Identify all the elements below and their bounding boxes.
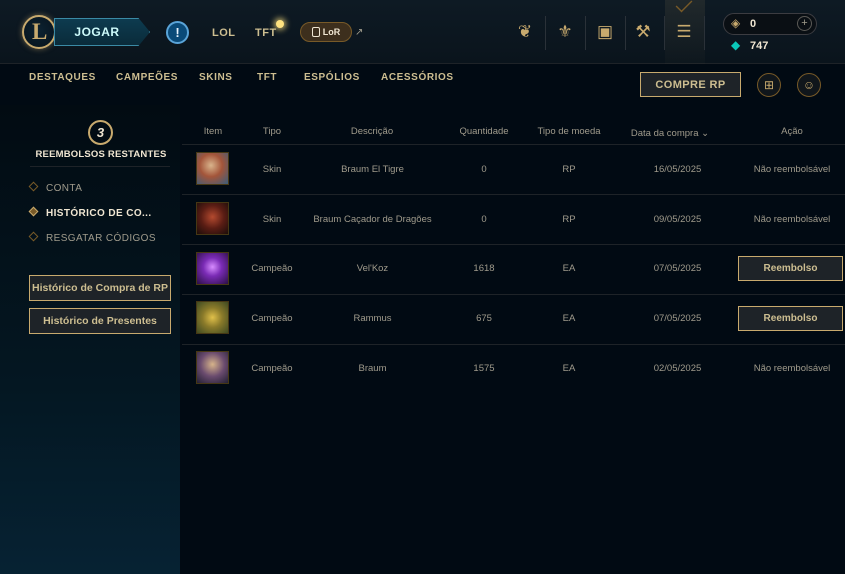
gift-history-button[interactable]: Histórico de Presentes — [29, 308, 171, 334]
row-moeda: EA — [562, 363, 576, 374]
row-descricao: Braum — [358, 363, 387, 374]
header-moeda: Tipo de moeda — [537, 126, 601, 137]
row-moeda: RP — [562, 214, 576, 225]
purchase-history-table — [182, 120, 845, 574]
header-item: Item — [203, 126, 223, 137]
row-acao: Não reembolsável — [753, 164, 831, 175]
sidebar-item-label: CONTA — [46, 183, 83, 194]
tab-campeoes[interactable]: CAMPEÕES — [116, 72, 178, 83]
row-descricao: Vel'Koz — [356, 263, 389, 274]
row-acao: Não reembolsável — [753, 363, 831, 374]
item-thumbnail — [196, 301, 229, 334]
header-quantidade: Quantidade — [459, 126, 509, 137]
row-tipo: Skin — [262, 214, 282, 225]
row-data: 09/05/2025 — [653, 214, 702, 225]
row-divider — [182, 194, 845, 195]
sidebar-item-label: HISTÓRICO DE CO... — [46, 208, 152, 219]
diamond-icon — [28, 206, 39, 217]
divider — [625, 16, 626, 50]
row-tipo: Skin — [262, 164, 282, 175]
row-tipo: Campeão — [251, 363, 293, 374]
rp-purchase-history-button[interactable]: Histórico de Compra de RP — [29, 275, 171, 301]
row-data: 07/05/2025 — [653, 313, 702, 324]
header-acao: Ação — [781, 126, 803, 137]
row-moeda: EA — [562, 263, 576, 274]
row-quantidade: 1618 — [473, 263, 495, 274]
diamond-icon — [28, 181, 39, 192]
sidebar-item-label: RESGATAR CÓDIGOS — [46, 233, 156, 244]
blue-essence-icon: ◆ — [731, 38, 741, 52]
tab-acessorios[interactable]: ACESSÓRIOS — [381, 72, 454, 83]
row-divider — [182, 244, 845, 245]
row-moeda: RP — [562, 164, 576, 175]
sidebar-item-historico[interactable]: HISTÓRICO DE CO... — [28, 206, 152, 219]
rp-icon: ◈ — [731, 16, 741, 30]
divider — [30, 166, 170, 167]
lor-button[interactable]: LoR — [300, 22, 352, 42]
refund-button[interactable]: Reembolso — [738, 256, 843, 281]
row-divider — [182, 344, 845, 345]
item-thumbnail — [196, 202, 229, 235]
nav-lol[interactable]: LOL — [212, 27, 236, 39]
divider — [545, 16, 546, 50]
sidebar-item-resgatar[interactable]: RESGATAR CÓDIGOS — [28, 231, 156, 244]
lor-label: LoR — [322, 27, 341, 37]
item-thumbnail — [196, 252, 229, 285]
row-data: 02/05/2025 — [653, 363, 702, 374]
sidebar-item-conta[interactable]: CONTA — [28, 181, 83, 194]
row-tipo: Campeão — [251, 263, 293, 274]
row-descricao: Braum El Tigre — [341, 164, 404, 175]
row-quantidade: 675 — [476, 313, 492, 324]
tab-destaques[interactable]: DESTAQUES — [29, 72, 96, 83]
nav-tft[interactable]: TFT — [255, 27, 277, 39]
lor-badge-icon — [311, 27, 320, 37]
header-data-sort[interactable]: Data da compra ⌄ — [628, 128, 712, 139]
blue-essence-amount: 747 — [750, 40, 769, 52]
clash-icon[interactable]: ⚜ — [551, 18, 579, 46]
item-thumbnail — [196, 351, 229, 384]
buy-rp-button[interactable]: COMPRE RP — [640, 72, 741, 97]
tab-espolios[interactable]: ESPÓLIOS — [304, 72, 360, 83]
row-tipo: Campeão — [251, 313, 293, 324]
refund-count-badge: 3 — [88, 120, 113, 145]
header-descricao: Descrição — [350, 126, 394, 137]
row-quantidade: 0 — [481, 164, 487, 175]
sidebar — [0, 105, 180, 574]
divider — [585, 16, 586, 50]
notification-dot — [276, 20, 284, 28]
row-moeda: EA — [562, 313, 576, 324]
add-rp-icon[interactable]: + — [797, 16, 812, 31]
refund-label: REEMBOLSOS RESTANTES — [35, 149, 167, 160]
header-tipo: Tipo — [262, 126, 282, 137]
league-logo[interactable]: L — [22, 15, 56, 49]
refund-button[interactable]: Reembolso — [738, 306, 843, 331]
rp-amount: 0 — [750, 18, 757, 30]
item-thumbnail — [196, 152, 229, 185]
alert-icon[interactable]: ! — [166, 21, 189, 44]
row-data: 16/05/2025 — [653, 164, 702, 175]
tab-tft[interactable]: TFT — [257, 72, 277, 83]
row-quantidade: 1575 — [473, 363, 495, 374]
divider — [704, 16, 705, 50]
row-data: 07/05/2025 — [653, 263, 702, 274]
row-descricao: Braum Caçador de Dragões — [313, 214, 432, 225]
play-button[interactable]: JOGAR — [54, 18, 150, 46]
external-link-icon: ↗ — [355, 27, 364, 38]
diamond-icon — [28, 231, 39, 242]
row-divider — [182, 294, 845, 295]
store-coins-icon[interactable]: ☰ — [670, 18, 698, 46]
loot-chest-icon[interactable]: ▣ — [591, 18, 619, 46]
row-quantidade: 0 — [481, 214, 487, 225]
tab-skins[interactable]: SKINS — [199, 72, 233, 83]
divider — [664, 16, 665, 50]
header-data: Data da compra — [630, 128, 699, 139]
chevron-down-icon: ⌄ — [701, 128, 710, 139]
row-descricao: Rammus — [353, 313, 392, 324]
crafting-icon[interactable]: ⚒ — [629, 18, 657, 46]
tft-emblem-icon[interactable]: ❦ — [511, 18, 539, 46]
account-icon[interactable]: ☺ — [797, 73, 821, 97]
row-acao: Não reembolsável — [753, 214, 831, 225]
gift-icon[interactable]: ⊞ — [757, 73, 781, 97]
